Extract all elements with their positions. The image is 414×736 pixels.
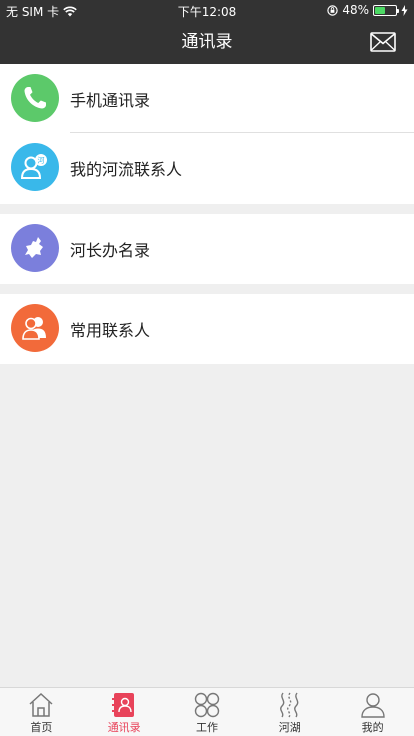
tab-river-lake[interactable]: 河湖 <box>248 688 331 736</box>
contacts-section-1: 手机通讯录 河 我的河流联系人 <box>0 64 414 204</box>
contacts-icon <box>112 693 135 717</box>
list-item-river-office[interactable]: 河长办名录 <box>0 214 414 283</box>
river-contacts-icon: 河 <box>20 154 47 179</box>
river-lake-icon <box>279 692 299 718</box>
svg-text:河: 河 <box>38 157 45 165</box>
frequent-contacts-avatar <box>11 304 59 352</box>
tab-work-label: 工作 <box>195 721 218 734</box>
status-right: 48% <box>327 3 408 17</box>
river-contacts-avatar: 河 <box>11 143 59 191</box>
status-bar: 无 SIM 卡 下午12:08 48% <box>0 0 414 20</box>
river-contacts-label: 我的河流联系人 <box>70 159 183 179</box>
tab-work[interactable]: 工作 <box>166 688 249 736</box>
river-office-avatar <box>11 224 59 272</box>
phone-icon <box>24 87 46 109</box>
tab-profile[interactable]: 我的 <box>331 688 414 736</box>
frequent-contacts-label: 常用联系人 <box>70 320 151 340</box>
battery-fill <box>375 6 385 14</box>
phone-contacts-label: 手机通讯录 <box>70 90 151 110</box>
battery-percent: 48% <box>342 3 369 17</box>
tab-bar: 首页 通讯录 工作 河湖 我的 <box>0 687 414 736</box>
river-office-label: 河长办名录 <box>70 240 151 260</box>
home-icon <box>29 692 53 717</box>
tab-profile-label: 我的 <box>361 721 384 734</box>
work-icon <box>194 692 220 718</box>
list-item-phone-contacts[interactable]: 手机通讯录 <box>0 64 414 133</box>
tab-contacts-label: 通讯录 <box>107 721 141 734</box>
top-bar: 无 SIM 卡 下午12:08 48% 通讯录 <box>0 0 414 64</box>
list-item-frequent-contacts[interactable]: 常用联系人 <box>0 294 414 363</box>
mail-icon[interactable] <box>370 31 396 53</box>
frequent-contacts-icon <box>22 317 46 340</box>
tab-home[interactable]: 首页 <box>0 688 83 736</box>
page-title: 通讯录 <box>181 32 233 52</box>
contacts-section-2: 河长办名录 <box>0 214 414 284</box>
list-item-river-contacts[interactable]: 河 我的河流联系人 <box>0 133 414 202</box>
river-office-icon <box>25 237 43 258</box>
phone-avatar <box>11 74 59 122</box>
tab-river-lake-label: 河湖 <box>278 721 301 734</box>
contacts-section-3: 常用联系人 <box>0 294 414 364</box>
nav-bar: 通讯录 <box>0 20 414 64</box>
battery-icon <box>373 4 399 16</box>
tab-home-label: 首页 <box>30 721 53 734</box>
charging-icon <box>401 4 408 16</box>
tab-contacts[interactable]: 通讯录 <box>83 688 166 736</box>
orientation-lock-icon <box>327 4 339 16</box>
profile-icon <box>360 693 385 718</box>
